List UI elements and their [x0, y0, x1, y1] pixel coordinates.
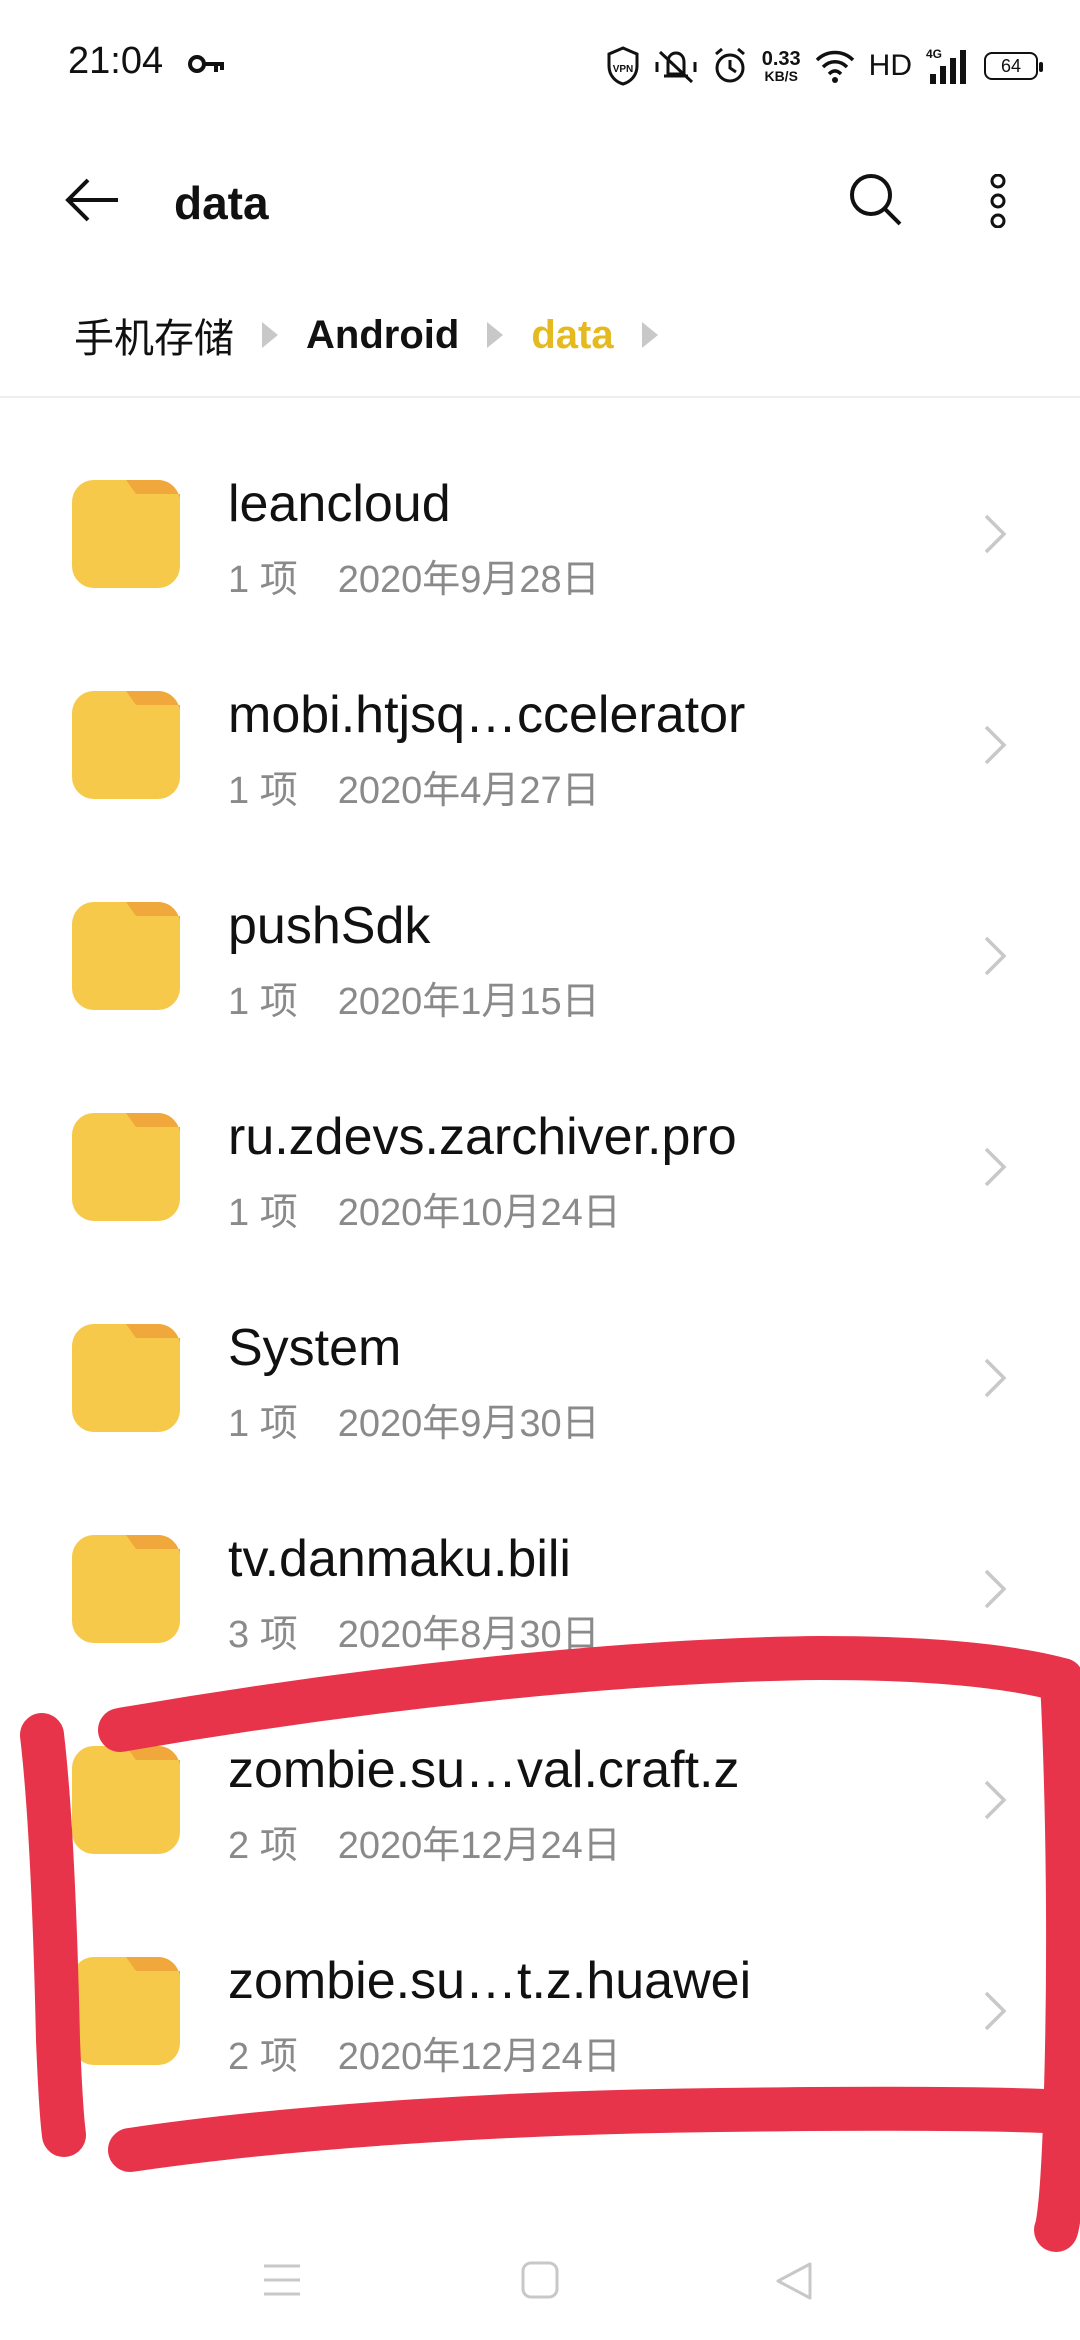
- file-count: 1 项: [228, 770, 298, 812]
- file-count: 2 项: [228, 1825, 298, 1867]
- network-speed: 0.33 KB/S: [762, 49, 801, 83]
- toolbar: data: [0, 140, 1080, 260]
- file-count: 1 项: [228, 981, 298, 1023]
- file-meta: 3 项 2020年8月30日: [228, 1603, 600, 1658]
- list-item[interactable]: System 1 项 2020年9月30日: [0, 1274, 1080, 1485]
- list-item[interactable]: pushSdk 1 项 2020年1月15日: [0, 852, 1080, 1063]
- home-icon[interactable]: [520, 2260, 560, 2300]
- breadcrumb-arrow-icon: [487, 322, 504, 348]
- divider: [0, 396, 1080, 398]
- file-meta: 2 项 2020年12月24日: [228, 1814, 621, 1869]
- vibrate-mute-icon: [655, 50, 697, 84]
- back-arrow-icon[interactable]: [64, 176, 120, 224]
- signal-4g-icon: 4G: [926, 47, 966, 84]
- file-date: 2020年9月28日: [337, 559, 600, 601]
- file-name: mobi.htjsq…ccelerator: [228, 686, 746, 744]
- hd-label: HD: [868, 49, 912, 82]
- chevron-right-icon: [984, 1780, 1007, 1820]
- file-count: 3 项: [228, 1614, 298, 1656]
- back-triangle-icon[interactable]: [774, 2260, 814, 2302]
- breadcrumb: 手机存储 Android data: [74, 300, 686, 370]
- chevron-right-icon: [984, 1569, 1007, 1609]
- wifi-icon: [815, 50, 854, 83]
- file-date: 2020年9月30日: [337, 1403, 600, 1445]
- folder-icon: [72, 691, 180, 799]
- list-item[interactable]: mobi.htjsq…ccelerator 1 项 2020年4月27日: [0, 641, 1080, 852]
- folder-icon: [72, 1746, 180, 1854]
- more-vert-icon[interactable]: [988, 174, 1008, 228]
- status-bar: 21:04 VPN 0.33 KB/S HD 4G 64: [0, 0, 1080, 130]
- status-icons: VPN 0.33 KB/S HD 4G 64: [606, 44, 1043, 88]
- list-item[interactable]: zombie.su…val.craft.z 2 项 2020年12月24日: [0, 1696, 1080, 1907]
- file-name: leancloud: [228, 475, 451, 533]
- file-meta: 1 项 2020年9月28日: [228, 548, 600, 603]
- list-item[interactable]: zombie.su…t.z.huawei 2 项 2020年12月24日: [0, 1907, 1080, 2118]
- battery-icon: 64: [984, 52, 1043, 80]
- folder-icon: [72, 1324, 180, 1432]
- chevron-right-icon: [984, 725, 1007, 765]
- list-item[interactable]: leancloud 1 项 2020年9月28日: [0, 430, 1080, 641]
- svg-text:4G: 4G: [926, 47, 942, 61]
- page-title: data: [174, 177, 269, 229]
- file-count: 1 项: [228, 1192, 298, 1234]
- status-time: 21:04: [68, 40, 164, 82]
- folder-icon: [72, 902, 180, 1010]
- file-count: 2 项: [228, 2036, 298, 2078]
- alarm-icon: [714, 47, 745, 83]
- network-speed-unit: KB/S: [764, 68, 798, 84]
- chevron-right-icon: [984, 936, 1007, 976]
- file-count: 1 项: [228, 1403, 298, 1445]
- chevron-right-icon: [984, 1147, 1007, 1187]
- menu-icon[interactable]: [262, 2260, 302, 2300]
- file-date: 2020年8月30日: [337, 1614, 600, 1656]
- list-item[interactable]: tv.danmaku.bili 3 项 2020年8月30日: [0, 1485, 1080, 1696]
- system-nav-bar: [0, 2230, 1080, 2340]
- file-date: 2020年12月24日: [337, 1825, 621, 1867]
- file-name: zombie.su…t.z.huawei: [228, 1952, 752, 2010]
- file-meta: 1 项 2020年10月24日: [228, 1181, 621, 1236]
- file-date: 2020年10月24日: [337, 1192, 621, 1234]
- key-icon: [188, 55, 224, 73]
- file-meta: 1 项 2020年1月15日: [228, 970, 600, 1025]
- network-speed-value: 0.33: [761, 48, 801, 70]
- file-meta: 1 项 2020年4月27日: [228, 759, 600, 814]
- folder-icon: [72, 1957, 180, 2065]
- file-name: pushSdk: [228, 897, 431, 955]
- chevron-right-icon: [984, 514, 1007, 554]
- file-count: 1 项: [228, 559, 298, 601]
- file-name: tv.danmaku.bili: [228, 1530, 571, 1588]
- file-list: leancloud 1 项 2020年9月28日 mobi.htjsq…ccele…: [0, 430, 1080, 2118]
- folder-icon: [72, 1535, 180, 1643]
- svg-text:VPN: VPN: [612, 64, 633, 75]
- file-meta: 1 项 2020年9月30日: [228, 1392, 600, 1447]
- breadcrumb-arrow-icon: [262, 322, 278, 348]
- file-date: 2020年12月24日: [337, 2036, 621, 2078]
- chevron-right-icon: [984, 1358, 1007, 1398]
- breadcrumb-phone-storage[interactable]: 手机存储: [74, 306, 234, 364]
- breadcrumb-android[interactable]: Android: [306, 313, 459, 358]
- breadcrumb-arrow-icon: [641, 322, 658, 348]
- vpn-icon: VPN: [607, 46, 639, 86]
- file-meta: 2 项 2020年12月24日: [228, 2025, 621, 2080]
- file-date: 2020年4月27日: [337, 770, 600, 812]
- file-name: System: [228, 1319, 402, 1377]
- file-date: 2020年1月15日: [337, 981, 600, 1023]
- list-item[interactable]: ru.zdevs.zarchiver.pro 1 项 2020年10月24日: [0, 1063, 1080, 1274]
- search-icon[interactable]: [848, 172, 902, 226]
- breadcrumb-data[interactable]: data: [531, 313, 613, 358]
- file-name: zombie.su…val.craft.z: [228, 1741, 740, 1799]
- file-name: ru.zdevs.zarchiver.pro: [228, 1108, 737, 1166]
- folder-icon: [72, 480, 180, 588]
- folder-icon: [72, 1113, 180, 1221]
- chevron-right-icon: [984, 1991, 1007, 2031]
